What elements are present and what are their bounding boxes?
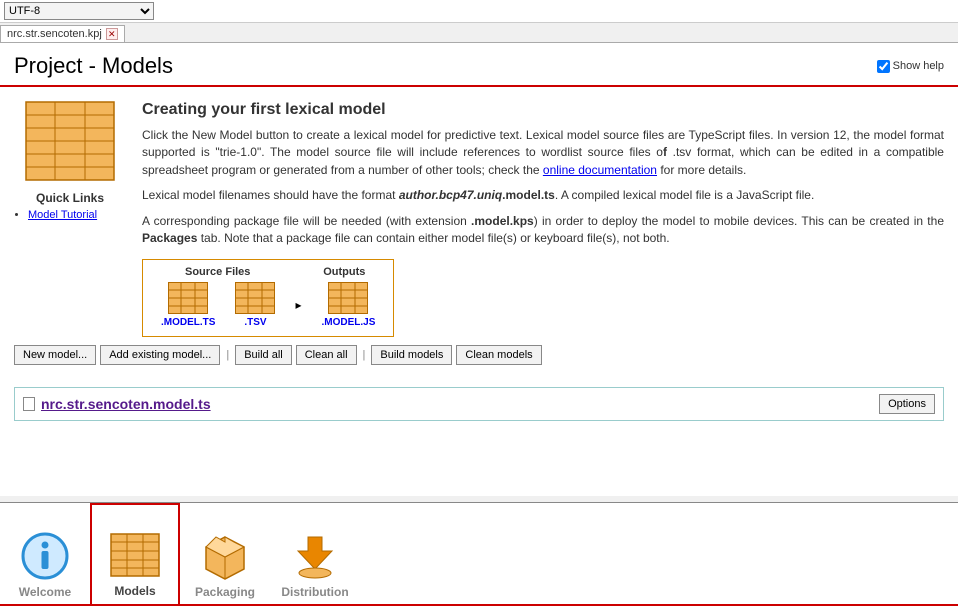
clean-all-button[interactable]: Clean all [296,345,357,365]
quick-links-heading: Quick Links [14,191,126,205]
models-icon [25,101,115,181]
divider [0,85,958,87]
document-tab[interactable]: nrc.str.sencoten.kpj ✕ [0,25,125,42]
new-model-button[interactable]: New model... [14,345,96,365]
grid-icon [328,282,368,314]
clean-models-button[interactable]: Clean models [456,345,541,365]
online-documentation-link[interactable]: online documentation [543,163,657,177]
tab-welcome[interactable]: Welcome [0,503,90,606]
model-tutorial-link[interactable]: Model Tutorial [28,209,97,221]
intro-paragraph-1: Click the New Model button to create a l… [142,127,944,179]
options-button[interactable]: Options [879,394,935,414]
bottom-tab-bar: Welcome Models Packaging Distribution [0,502,958,606]
grid-icon [168,282,208,314]
intro-paragraph-2: Lexical model filenames should have the … [142,187,944,204]
tab-distribution[interactable]: Distribution [270,503,360,606]
document-tab-label: nrc.str.sencoten.kpj [7,28,102,40]
build-models-button[interactable]: Build models [371,345,452,365]
box-icon [200,531,250,581]
tab-packaging[interactable]: Packaging [180,503,270,606]
source-output-diagram: Source Files Outputs .MODEL.TS .T [142,259,394,337]
document-icon [23,397,35,411]
tab-models[interactable]: Models [90,503,180,606]
grid-icon [110,530,160,580]
download-icon [290,531,340,581]
close-icon[interactable]: ✕ [106,28,118,40]
intro-heading: Creating your first lexical model [142,101,944,119]
page-title: Project - Models [14,53,173,79]
build-all-button[interactable]: Build all [235,345,292,365]
document-tab-bar: nrc.str.sencoten.kpj ✕ [0,23,958,42]
intro-paragraph-3: A corresponding package file will be nee… [142,213,944,248]
info-icon [20,531,70,581]
add-existing-model-button[interactable]: Add existing model... [100,345,220,365]
arrow-right-icon: ▸ [295,298,301,312]
encoding-select[interactable]: UTF-8 [4,2,154,20]
model-list-row: nrc.str.sencoten.model.ts Options [14,387,944,421]
show-help-checkbox[interactable] [877,60,890,73]
grid-icon [235,282,275,314]
model-file-link[interactable]: nrc.str.sencoten.model.ts [41,396,211,412]
action-button-row: New model... Add existing model... | Bui… [0,337,958,373]
show-help-toggle[interactable]: Show help [877,60,944,73]
